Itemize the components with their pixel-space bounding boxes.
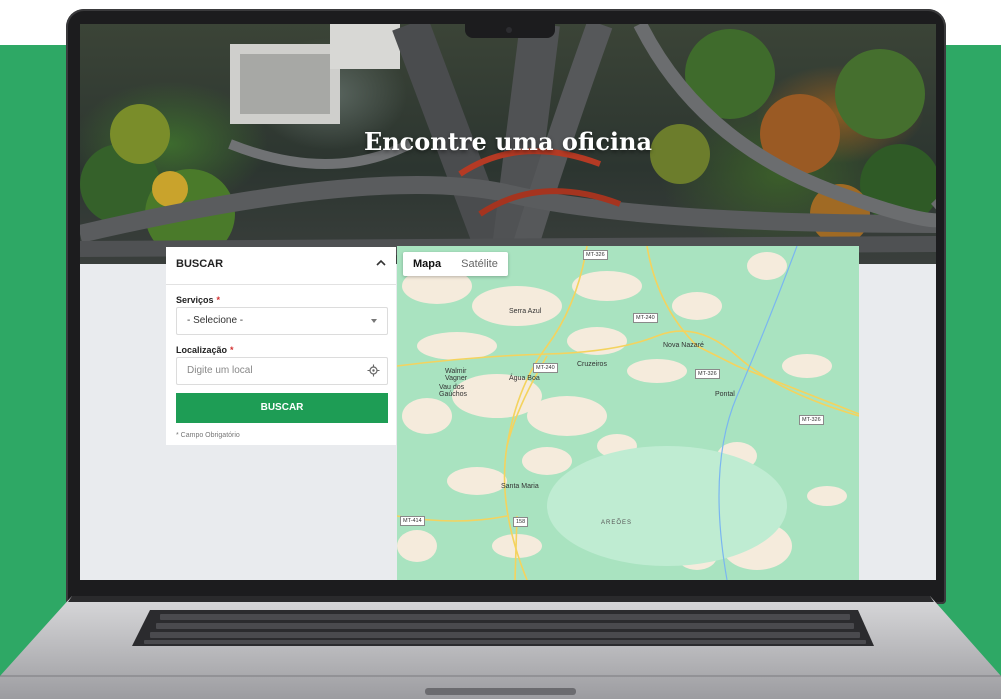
search-panel-header[interactable]: BUSCAR	[166, 247, 396, 285]
map-place-label: Vau dos	[439, 384, 465, 391]
tab-satellite[interactable]: Satélite	[451, 252, 508, 276]
required-asterisk: *	[216, 295, 221, 305]
laptop-base	[0, 596, 1001, 699]
camera-icon	[506, 27, 512, 33]
services-label-text: Serviços	[176, 295, 214, 305]
road-shield: MT-326	[799, 415, 824, 425]
required-asterisk: *	[230, 345, 234, 355]
map-place-label: Serra Azul	[509, 308, 542, 315]
location-input-placeholder: Digite um local	[187, 365, 253, 376]
map-canvas	[397, 246, 859, 580]
map-place-label: Walmir	[445, 368, 467, 375]
map-place-label: Nova Nazaré	[663, 342, 704, 349]
map-place-label: Vagner	[445, 375, 468, 382]
map-view[interactable]: Mapa Satélite Serra Azul Nova Nazaré Cru…	[397, 246, 859, 580]
hero-banner: Encontre uma oficina	[80, 24, 936, 264]
search-panel-title: BUSCAR	[176, 258, 224, 270]
tab-map[interactable]: Mapa	[403, 252, 451, 276]
road-shield: MT-240	[633, 313, 658, 323]
map-place-label: Cruzeiros	[577, 361, 607, 368]
map-place-label: Gaúchos	[439, 391, 468, 398]
map-region-label: AREÕES	[601, 520, 633, 526]
location-label-text: Localização	[176, 345, 228, 355]
services-label: Serviços *	[176, 295, 220, 305]
search-panel: BUSCAR Serviços * - Selecione - Localizaç…	[166, 247, 396, 445]
road-shield: MT-414	[400, 516, 425, 526]
location-label: Localização *	[176, 345, 234, 355]
laptop-screen: Encontre uma oficina BUSCAR Serviços * - …	[80, 24, 936, 580]
map-type-tabs: Mapa Satélite	[403, 252, 508, 276]
required-note: * Campo Obrigatório	[176, 432, 240, 439]
caret-down-icon	[371, 319, 377, 323]
location-target-icon[interactable]	[367, 364, 380, 377]
road-shield: MT-240	[533, 363, 558, 373]
services-select-value: - Selecione -	[187, 315, 244, 326]
services-select[interactable]: - Selecione -	[176, 307, 388, 335]
location-input[interactable]: Digite um local	[176, 357, 388, 385]
map-place-label: Santa Maria	[501, 483, 539, 490]
road-shield: MT-326	[583, 250, 608, 260]
page-title: Encontre uma oficina	[363, 127, 653, 156]
map-place-label: Água Boa	[509, 375, 540, 382]
chevron-up-icon[interactable]	[374, 256, 388, 270]
map-place-label: Pontal	[715, 391, 735, 398]
road-shield: 158	[513, 517, 529, 527]
road-shield: MT-326	[695, 369, 720, 379]
search-button[interactable]: BUSCAR	[176, 393, 388, 423]
